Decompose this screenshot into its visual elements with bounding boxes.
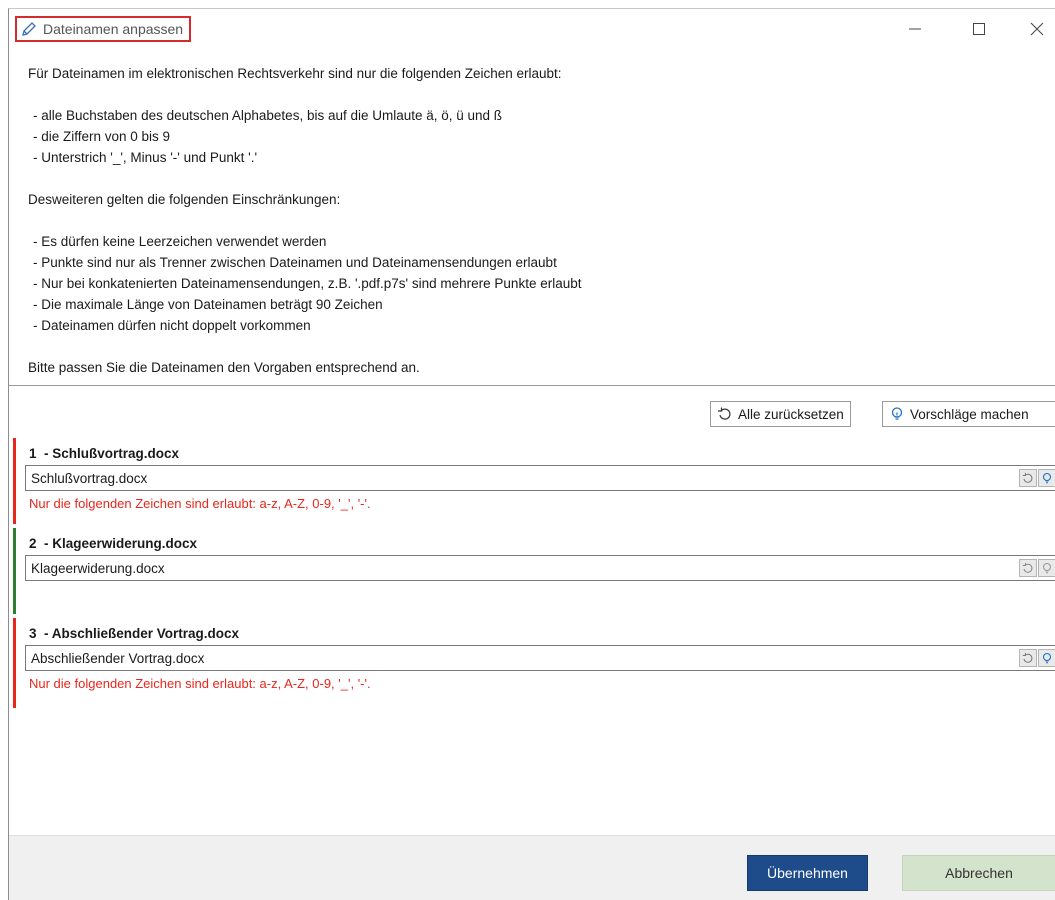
reset-file-button[interactable] [1019, 469, 1037, 487]
file-entry-header: 2 - Klageerwiderung.docx [29, 536, 198, 551]
reset-all-label: Alle zurücksetzen [738, 406, 844, 422]
valid-indicator [13, 528, 16, 614]
lightbulb-icon [891, 407, 903, 420]
filename-input[interactable] [26, 646, 991, 670]
apply-button[interactable]: Übernehmen [747, 855, 868, 891]
filename-field[interactable] [25, 555, 1055, 581]
cancel-button[interactable]: Abbrechen [902, 855, 1055, 891]
reset-file-button[interactable] [1019, 559, 1037, 577]
validation-error: Nur die folgenden Zeichen sind erlaubt: … [29, 676, 371, 691]
instruction-footer: Bitte passen Sie die Dateinamen den Vorg… [28, 360, 420, 375]
undo-icon [1022, 562, 1033, 573]
error-indicator [13, 618, 16, 708]
button-bar [9, 835, 1055, 900]
restriction-rule: - Nur bei konkatenierten Dateinamensendu… [33, 276, 582, 291]
reset-file-button[interactable] [1019, 649, 1037, 667]
minimize-button[interactable] [905, 19, 925, 39]
instructions: Für Dateinamen im elektronischen Rechtsv… [28, 63, 581, 378]
minimize-icon [909, 28, 921, 30]
filename-input[interactable] [26, 466, 991, 490]
window-title: Dateinamen anpassen [43, 21, 184, 37]
file-entry-header: 1 - Schlußvortrag.docx [29, 446, 180, 461]
undo-icon [1022, 652, 1033, 663]
lightbulb-icon [1042, 652, 1052, 664]
restriction-rule: - Die maximale Länge von Dateinamen betr… [33, 297, 383, 312]
allowed-rule: - die Ziffern von 0 bis 9 [33, 129, 171, 144]
error-indicator [13, 438, 16, 524]
title-bar: Dateinamen anpassen [9, 9, 1055, 47]
close-button[interactable] [1027, 19, 1047, 39]
divider [9, 385, 1055, 386]
lightbulb-icon [1042, 562, 1052, 574]
undo-icon [718, 407, 731, 420]
restrictions-heading: Desweiteren gelten die folgenden Einschr… [28, 192, 341, 207]
rename-dialog: Dateinamen anpassen Für Dateinamen im el… [8, 8, 1055, 900]
lightbulb-icon [1042, 472, 1052, 484]
maximize-icon [973, 23, 985, 35]
reset-all-button[interactable]: Alle zurücksetzen [710, 401, 851, 427]
file-entry: 3 - Abschließender Vortrag.docx Nur die … [13, 618, 1055, 708]
restriction-rule: - Es dürfen keine Leerzeichen verwendet … [33, 234, 327, 249]
allowed-rule: - Unterstrich '_', Minus '-' und Punkt '… [33, 150, 258, 165]
maximize-button[interactable] [969, 19, 989, 39]
close-icon [1030, 22, 1044, 36]
undo-icon [1022, 472, 1033, 483]
file-entry: 1 - Schlußvortrag.docx Nur die folgenden… [13, 438, 1055, 524]
filename-field[interactable] [25, 465, 1055, 491]
suggest-label: Vorschläge machen [910, 406, 1029, 422]
filename-input[interactable] [26, 556, 991, 580]
suggest-file-button[interactable] [1038, 469, 1055, 487]
validation-error: Nur die folgenden Zeichen sind erlaubt: … [29, 496, 371, 511]
intro-line: Für Dateinamen im elektronischen Rechtsv… [28, 66, 562, 81]
pencil-icon [22, 22, 36, 36]
filename-field[interactable] [25, 645, 1055, 671]
suggest-file-button[interactable] [1038, 559, 1055, 577]
window-title-frame: Dateinamen anpassen [15, 16, 192, 42]
file-entry: 2 - Klageerwiderung.docx [13, 528, 1055, 614]
file-entry-header: 3 - Abschließender Vortrag.docx [29, 626, 240, 641]
suggest-file-button[interactable] [1038, 649, 1055, 667]
restriction-rule: - Punkte sind nur als Trenner zwischen D… [33, 255, 557, 270]
allowed-rule: - alle Buchstaben des deutschen Alphabet… [33, 108, 503, 123]
restriction-rule: - Dateinamen dürfen nicht doppelt vorkom… [33, 318, 311, 333]
suggest-button[interactable]: Vorschläge machen [882, 401, 1055, 427]
